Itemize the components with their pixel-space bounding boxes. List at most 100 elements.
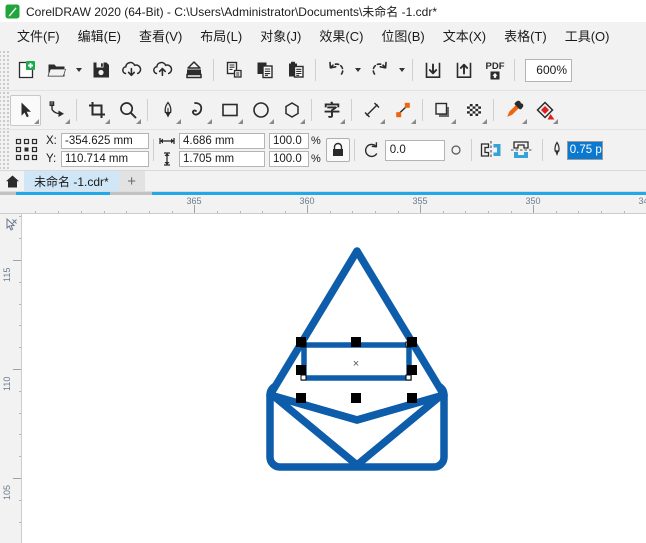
add-document-tab-button[interactable]: + [118,171,145,191]
rotate-icon[interactable] [359,135,385,166]
undo-icon[interactable] [320,55,351,86]
shape-tool[interactable] [41,95,72,126]
print-icon[interactable] [178,55,209,86]
menu-layout[interactable]: 布局(L) [191,23,251,48]
color-eyedropper-tool[interactable] [498,95,529,126]
cut-icon[interactable] [218,55,249,86]
menu-bitmaps[interactable]: 位图(B) [372,23,433,48]
property-bar-grip[interactable] [0,130,10,170]
ruler-origin-icon[interactable] [4,217,18,237]
tool-flyout-corner [238,118,243,124]
object-position-group: X: -354.625 mm Y: 110.714 mm [46,133,149,167]
connector-tool[interactable] [387,95,418,126]
path-node[interactable] [405,374,412,381]
height-icon [158,152,176,166]
toolbar-separator [514,59,515,81]
lock-ratio-icon[interactable] [325,138,350,162]
outline-pen-icon[interactable] [547,135,567,166]
tool-flyout-corner [34,118,39,124]
freehand-tool[interactable] [183,95,214,126]
width-input[interactable]: 4.686 mm [179,133,265,149]
drop-shadow-tool[interactable] [427,95,458,126]
mirror-horizontal-icon[interactable] [476,135,507,166]
work-area: 365 360 355 350 345 115 110 1 [0,192,646,543]
menu-edit[interactable]: 编辑(E) [69,23,130,48]
y-position-input[interactable]: 110.714 mm [61,151,149,167]
interactive-fill-tool[interactable] [529,95,560,126]
menu-file[interactable]: 文件(F) [8,23,69,48]
rectangle-tool[interactable] [214,95,245,126]
tool-flyout-corner [411,118,416,124]
open-envelope-shape[interactable]: × [23,215,646,543]
width-icon [158,136,176,146]
selection-handle-bottom-left[interactable] [296,393,306,403]
polygon-tool[interactable] [276,95,307,126]
selection-handle-bottom-center[interactable] [351,393,361,403]
undo-dropdown[interactable] [351,55,364,86]
open-document-icon[interactable] [41,55,72,86]
copy-icon[interactable] [249,55,280,86]
paste-icon[interactable] [280,55,311,86]
height-input[interactable]: 1.705 mm [179,151,265,167]
tool-flyout-corner [300,118,305,124]
export-pdf-icon[interactable]: PDF [479,55,510,86]
dimension-tool[interactable] [356,95,387,126]
object-position-grid-icon[interactable] [10,134,44,166]
pick-tool[interactable] [10,94,41,126]
tool-flyout-corner [522,118,527,124]
outline-width-input[interactable]: 0.75 p [566,140,603,160]
property-separator [353,139,355,161]
toolbar-separator [213,59,214,81]
menu-view[interactable]: 查看(V) [130,23,191,48]
tool-flyout-corner [269,118,274,124]
path-node[interactable] [300,374,307,381]
crop-tool[interactable] [81,95,112,126]
new-document-icon[interactable] [10,55,41,86]
selection-handle-top-center[interactable] [351,337,361,347]
open-document-dropdown[interactable] [72,55,85,86]
menu-object[interactable]: 对象(J) [251,23,310,48]
toolbar-grip[interactable] [0,50,10,90]
rotation-angle-input[interactable]: 0.0 [384,139,445,161]
ellipse-tool[interactable] [245,95,276,126]
selection-handle-top-right[interactable] [407,337,417,347]
export-icon[interactable] [448,55,479,86]
vertical-ruler[interactable]: 115 110 105 [0,214,22,543]
x-position-input[interactable]: -354.625 mm [61,133,149,149]
menu-effects[interactable]: 效果(C) [310,23,372,48]
redo-icon[interactable] [364,55,395,86]
menu-tools[interactable]: 工具(O) [556,23,619,48]
scale-y-percent-label: % [311,153,321,165]
document-tab[interactable]: 未命名 -1.cdr* [24,171,119,191]
scale-y-input[interactable]: 100.0 [269,151,309,167]
menu-table[interactable]: 表格(T) [495,23,556,48]
horizontal-ruler[interactable]: 365 360 355 350 345 [0,192,646,214]
scale-x-input[interactable]: 100.0 [269,133,309,149]
selection-handle-middle-right[interactable] [407,365,417,375]
menu-text[interactable]: 文本(X) [434,23,495,48]
cloud-upload-icon[interactable] [147,55,178,86]
zoom-level-input[interactable]: 600% [525,58,572,82]
mirror-vertical-icon[interactable] [507,135,538,166]
cloud-download-icon[interactable] [116,55,147,86]
outline-width-value: 0.75 p [567,141,602,159]
tool-flyout-corner [451,118,456,124]
selection-handle-middle-left[interactable] [296,365,306,375]
selection-handle-top-left[interactable] [296,337,306,347]
import-icon[interactable] [417,55,448,86]
toolbox-grip[interactable] [0,91,10,129]
selection-handle-bottom-right[interactable] [407,393,417,403]
home-icon[interactable] [0,171,24,191]
toolbox-separator [493,99,494,121]
tool-flyout-corner [482,118,487,124]
redo-dropdown[interactable] [395,55,408,86]
tool-flyout-corner [136,118,141,124]
toolbox-separator [351,99,352,121]
save-icon[interactable] [85,55,116,86]
drawing-canvas[interactable]: × [23,215,646,543]
transparency-tool[interactable] [458,95,489,126]
text-tool[interactable]: 字 [316,95,347,126]
pen-tool[interactable] [152,95,183,126]
hruler-label-345: 345 [638,196,646,206]
zoom-tool[interactable] [112,95,143,126]
